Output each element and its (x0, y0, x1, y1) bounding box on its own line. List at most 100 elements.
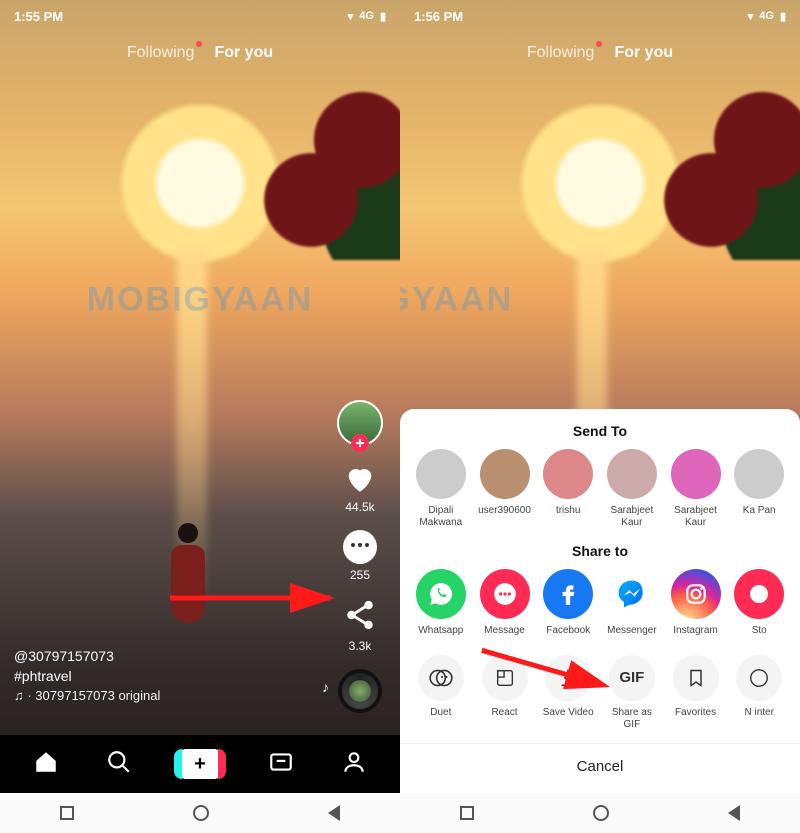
bookmark-icon (673, 655, 719, 701)
home-system-button[interactable] (593, 805, 609, 821)
tab-following[interactable]: Following (127, 44, 195, 62)
status-right: ▾ 4G ▮ (748, 10, 786, 23)
screenshot-right: MOBIGYAAN 1:56 PM ▾ 4G ▮ Following For y… (400, 0, 800, 833)
status-time: 1:56 PM (414, 9, 463, 24)
action-block[interactable]: N inter (732, 655, 786, 731)
share-label: Sto (752, 625, 767, 637)
notification-dot (196, 41, 202, 47)
action-gif[interactable]: GIF Share as GIF (605, 655, 659, 731)
network-label: 4G (359, 10, 374, 22)
contact-5[interactable]: Ka Pan (732, 449, 786, 529)
feed-tabs: Following For you (0, 44, 400, 62)
contact-name: Dipali Makwana (414, 505, 468, 529)
contact-name: user390600 (478, 505, 531, 517)
contact-2[interactable]: trishu (541, 449, 595, 529)
contact-4[interactable]: Sarabjeet Kaur (669, 449, 723, 529)
status-right: ▾ 4G ▮ (348, 10, 386, 23)
action-label: React (491, 707, 517, 719)
share-facebook[interactable]: Facebook (541, 569, 595, 637)
cancel-button[interactable]: Cancel (400, 743, 800, 785)
notification-dot (596, 41, 602, 47)
android-nav-bar (0, 793, 400, 833)
avatar-icon (543, 449, 593, 499)
screenshot-left: MOBIGYAAN 1:55 PM ▾ 4G ▮ Following For y… (0, 0, 400, 833)
tab-for-you[interactable]: For you (214, 44, 273, 62)
back-system-button[interactable] (328, 805, 340, 821)
share-story[interactable]: Sto (732, 569, 786, 637)
action-duet[interactable]: Duet (414, 655, 468, 731)
share-count: 3.3k (349, 639, 372, 653)
action-label: Favorites (675, 707, 716, 719)
avatar-icon (607, 449, 657, 499)
comment-button[interactable]: 255 (343, 530, 377, 582)
tab-following[interactable]: Following (527, 44, 595, 62)
block-icon (736, 655, 782, 701)
feed-tabs: Following For you (400, 44, 800, 62)
flowers-decoration (260, 60, 400, 260)
music-note-icon: ♪ (322, 679, 329, 695)
profile-button[interactable] (337, 400, 383, 446)
contact-1[interactable]: user390600 (478, 449, 532, 529)
gif-icon: GIF (609, 655, 655, 701)
heart-icon (342, 462, 378, 496)
tab-for-you[interactable]: For you (614, 44, 673, 62)
annotation-arrow (170, 583, 350, 618)
network-label: 4G (759, 10, 774, 22)
contacts-row[interactable]: Dipali Makwana user390600 trishu Sarabjeet … (400, 449, 800, 529)
share-label: Whatsapp (418, 625, 463, 637)
android-nav-bar (400, 793, 800, 833)
contact-name: Sarabjeet Kaur (605, 505, 659, 529)
story-icon (734, 569, 784, 619)
search-button[interactable] (106, 749, 132, 780)
share-messenger[interactable]: Messenger (605, 569, 659, 637)
sound-disc[interactable]: ♪ (338, 669, 382, 713)
username[interactable]: @30797157073 (14, 648, 160, 664)
sound-label[interactable]: ♫ · 30797157073 original (14, 688, 160, 703)
contact-name: Sarabjeet Kaur (669, 505, 723, 529)
recent-apps-button[interactable] (60, 806, 74, 820)
profile-tab-button[interactable] (341, 749, 367, 780)
comment-icon (343, 530, 377, 564)
video-sidebar: 44.5k 255 3.3k ♪ (330, 400, 390, 713)
contact-0[interactable]: Dipali Makwana (414, 449, 468, 529)
watermark: MOBIGYAAN (87, 281, 313, 320)
share-whatsapp[interactable]: Whatsapp (414, 569, 468, 637)
battery-icon: ▮ (780, 10, 786, 23)
status-bar: 1:55 PM ▾ 4G ▮ (0, 0, 400, 32)
share-label: Messenger (607, 625, 656, 637)
home-system-button[interactable] (193, 805, 209, 821)
facebook-icon (543, 569, 593, 619)
avatar-icon (416, 449, 466, 499)
avatar-icon (480, 449, 530, 499)
action-label: N inter (744, 707, 773, 719)
message-icon (480, 569, 530, 619)
action-label: Duet (430, 707, 451, 719)
like-count: 44.5k (345, 500, 374, 514)
create-button[interactable]: + (178, 749, 222, 779)
contact-3[interactable]: Sarabjeet Kaur (605, 449, 659, 529)
bottom-nav: + (0, 735, 400, 793)
instagram-icon (671, 569, 721, 619)
status-bar: 1:56 PM ▾ 4G ▮ (400, 0, 800, 32)
avatar-icon (671, 449, 721, 499)
inbox-button[interactable] (268, 749, 294, 780)
share-instagram[interactable]: Instagram (669, 569, 723, 637)
share-to-title: Share to (400, 543, 800, 559)
avatar-icon (734, 449, 784, 499)
action-bookmark[interactable]: Favorites (669, 655, 723, 731)
recent-apps-button[interactable] (460, 806, 474, 820)
like-button[interactable]: 44.5k (342, 462, 378, 514)
hashtag[interactable]: #phtravel (14, 668, 160, 684)
share-label: Instagram (673, 625, 717, 637)
messenger-icon (607, 569, 657, 619)
home-button[interactable] (33, 749, 59, 780)
send-to-title: Send To (400, 423, 800, 439)
share-options-row[interactable]: WhatsappMessageFacebookMessengerInstagra… (400, 569, 800, 637)
back-system-button[interactable] (728, 805, 740, 821)
action-label: Share as GIF (605, 707, 659, 731)
share-sheet: Send To Dipali Makwana user390600 trishu Sa… (400, 409, 800, 793)
status-time: 1:55 PM (14, 9, 63, 24)
contact-name: trishu (556, 505, 580, 517)
follow-plus-icon[interactable] (351, 434, 369, 452)
whatsapp-icon (416, 569, 466, 619)
